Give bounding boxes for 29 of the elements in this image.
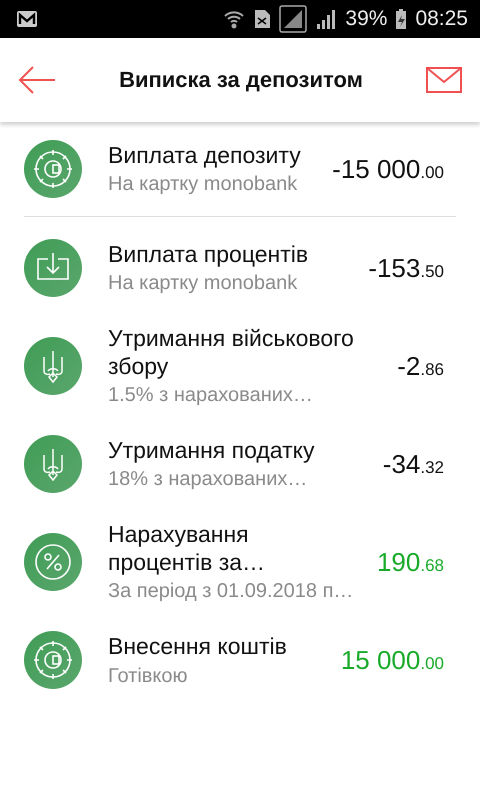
- wifi-icon: [223, 9, 246, 29]
- battery-charging-icon: [395, 8, 408, 30]
- transaction-amount: -153.50: [367, 252, 444, 284]
- transaction-amount: -15 000.00: [331, 154, 444, 184]
- clock-time: 08:25: [415, 7, 468, 31]
- screen-title: Виписка за депозитом: [118, 67, 364, 93]
- back-button[interactable]: [18, 65, 56, 95]
- transaction-subtitle: На картку monobank: [108, 272, 298, 296]
- signal-icon: [279, 5, 308, 33]
- transaction-amount: 15 000.00: [340, 644, 444, 676]
- transaction-title: Утримання військового збору: [108, 325, 355, 380]
- transaction-amount: 190.68: [376, 546, 444, 578]
- transaction-subtitle: 18% з нарахованих…: [108, 468, 308, 492]
- transaction-title: Виплата депозиту: [108, 142, 302, 170]
- signal-icon: [315, 8, 338, 30]
- transaction-subtitle: На картку monobank: [108, 173, 298, 196]
- mail-notification-icon: [16, 10, 38, 28]
- transaction-title: Утримання податку: [108, 436, 316, 464]
- transaction-subtitle: За період з 01.09.2018 п…: [108, 580, 354, 604]
- battery-percent: 39%: [345, 7, 388, 31]
- transaction-title: Нарахування процентів за…: [108, 521, 266, 576]
- transaction-amount: -34.32: [382, 448, 444, 480]
- transaction-amount: -2.86: [396, 350, 444, 382]
- transaction-subtitle: Готівкою: [108, 664, 189, 688]
- sim-card-icon: [253, 9, 272, 29]
- transaction-title: Внесення коштів: [108, 633, 288, 661]
- transaction-title: Виплата процентів: [108, 240, 310, 268]
- transaction-subtitle: 1.5% з нарахованих…: [108, 384, 314, 408]
- mail-button[interactable]: [426, 67, 462, 93]
